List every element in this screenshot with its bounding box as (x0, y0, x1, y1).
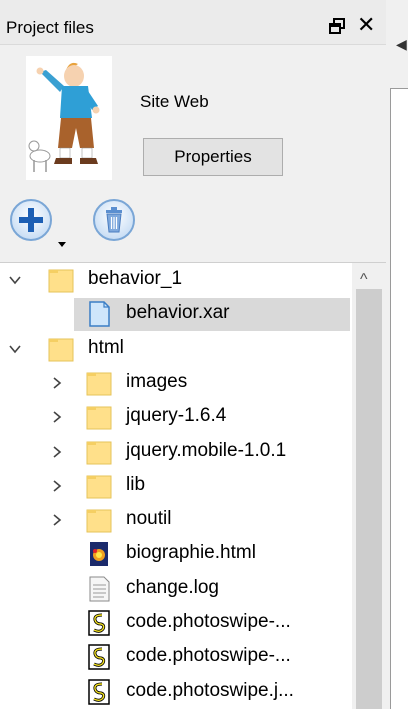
tree-row[interactable]: code.photoswipe-... (0, 606, 352, 640)
tree-item-label: code.photoswipe-... (126, 611, 291, 632)
tree-item-label: biographie.html (126, 542, 256, 564)
properties-button[interactable]: Properties (143, 138, 283, 176)
tree-item-label: jquery.mobile-1.0.1 (126, 439, 287, 461)
tree-item-label: behavior.xar (126, 302, 230, 324)
tree-row[interactable]: noutil (0, 503, 352, 537)
scrollbar-thumb[interactable] (356, 289, 382, 709)
tree-item-label: images (126, 370, 188, 392)
html-file-icon (90, 542, 108, 567)
tree-row[interactable]: code.photoswipe.j... (0, 675, 352, 709)
tree-item-label: jquery-1.6.4 (126, 405, 227, 427)
text-file-icon (89, 576, 110, 602)
tree-item-label: change.log (126, 576, 219, 598)
chevron-right-icon[interactable] (50, 376, 64, 390)
folder-icon (48, 269, 74, 293)
tree-item-label: noutil (126, 508, 172, 530)
scroll-up-icon[interactable]: ^ (360, 271, 368, 289)
script-file-icon (88, 610, 110, 636)
folder-icon (86, 475, 112, 499)
tree-row[interactable]: behavior_1 (0, 263, 352, 297)
close-icon[interactable]: ✕ (357, 14, 375, 36)
folder-icon (86, 406, 112, 430)
folder-icon (86, 372, 112, 396)
folder-icon (86, 509, 112, 533)
chevron-right-icon[interactable] (50, 479, 64, 493)
tree-row[interactable]: change.log (0, 572, 352, 606)
tree-item-label: code.photoswipe-... (126, 645, 291, 667)
tree-row[interactable]: jquery.mobile-1.0.1 (0, 435, 352, 469)
tree-item-label: lib (126, 473, 146, 495)
adjacent-panel (390, 88, 408, 709)
tree-item-label: behavior_1 (88, 268, 183, 289)
folder-icon (86, 441, 112, 464)
tree-row[interactable]: images (0, 366, 352, 400)
tree-row[interactable]: jquery-1.6.4 (0, 400, 352, 434)
chevron-left-icon[interactable]: ◀ (396, 36, 407, 53)
add-icon[interactable] (8, 198, 70, 250)
project-avatar-image (26, 56, 112, 180)
script-file-icon (88, 678, 110, 705)
tree-row[interactable]: code.photoswipe-... (0, 640, 352, 674)
folder-icon (48, 338, 74, 362)
chevron-right-icon[interactable] (50, 513, 64, 527)
chevron-right-icon[interactable] (50, 445, 64, 459)
project-tree[interactable]: behavior_1 behavior.xar html images jquery-1… (0, 262, 386, 709)
float-window-icon[interactable] (327, 16, 347, 36)
tree-row[interactable]: behavior.xar (0, 297, 352, 332)
panel-title: Project files (6, 18, 94, 37)
panel-title-bar: Project files ✕ (0, 0, 386, 45)
chevron-right-icon[interactable] (50, 410, 64, 424)
tree-item-label: code.photoswipe.j... (126, 679, 294, 701)
chevron-down-icon[interactable] (8, 342, 22, 356)
trash-icon[interactable] (84, 198, 146, 244)
tree-row[interactable]: html (0, 332, 352, 366)
tree-row[interactable]: biographie.html (0, 537, 352, 571)
vertical-scrollbar[interactable]: ^ (352, 263, 386, 709)
file-icon (89, 301, 110, 328)
tree-row[interactable]: lib (0, 469, 352, 503)
chevron-down-icon[interactable] (8, 273, 22, 287)
script-file-icon (88, 644, 110, 671)
tree-item-label: html (88, 336, 124, 358)
site-name: Site Web (140, 92, 209, 111)
